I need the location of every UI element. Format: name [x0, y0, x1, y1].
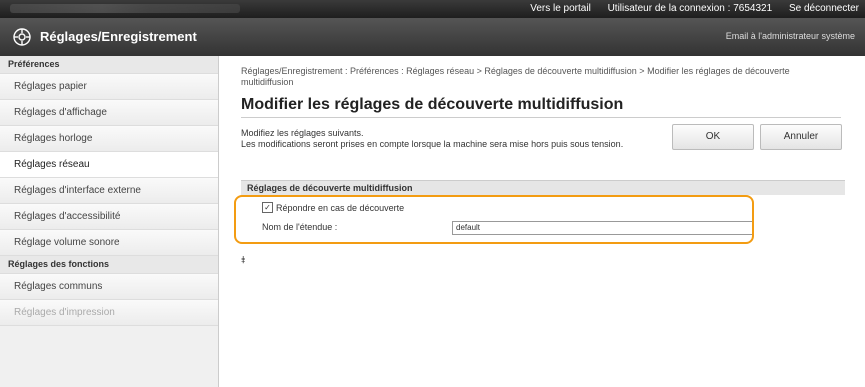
page-header-title: Réglages/Enregistrement — [40, 29, 197, 44]
top-links: Vers le portail Utilisateur de la connex… — [516, 0, 859, 18]
description: Modifiez les réglages suivants. Les modi… — [241, 128, 661, 150]
sidebar-item-display[interactable]: Réglages d'affichage — [0, 100, 218, 126]
sidebar-section-preferences: Préférences — [0, 56, 218, 74]
top-bar: Vers le portail Utilisateur de la connex… — [0, 0, 865, 18]
login-user-text: Utilisateur de la connexion : — [607, 3, 731, 14]
page-title: Modifier les réglages de découverte mult… — [241, 96, 624, 113]
sidebar-section-functions: Réglages des fonctions — [0, 256, 218, 274]
description-line-2: Les modifications seront prises en compt… — [241, 139, 624, 149]
portal-link[interactable]: Vers le portail — [530, 3, 591, 14]
sidebar-item-print[interactable]: Réglages d'impression — [0, 300, 218, 326]
sidebar-item-external-interface[interactable]: Réglages d'interface externe — [0, 178, 218, 204]
sidebar-item-volume[interactable]: Réglage volume sonore — [0, 230, 218, 256]
ok-button[interactable]: OK — [672, 124, 754, 150]
sidebar-item-common[interactable]: Réglages communs — [0, 274, 218, 300]
sidebar: Préférences Réglages papier Réglages d'a… — [0, 56, 219, 387]
title-divider — [241, 117, 841, 118]
sidebar-item-clock[interactable]: Réglages horloge — [0, 126, 218, 152]
description-line-1: Modifiez les réglages suivants. — [241, 128, 364, 138]
back-to-top-icon[interactable]: ⯒ — [241, 253, 245, 270]
sidebar-item-accessibility[interactable]: Réglages d'accessibilité — [0, 204, 218, 230]
email-admin-link[interactable]: Email à l'administrateur système — [726, 31, 855, 41]
login-user-id: 7654321 — [733, 3, 773, 14]
cancel-button[interactable]: Annuler — [760, 124, 842, 150]
login-user-label: Utilisateur de la connexion : 7654321 — [608, 3, 773, 14]
section-header-multicast-discovery: Réglages de découverte multidiffusion — [241, 180, 845, 195]
settings-gear-icon — [13, 28, 31, 46]
title-bar: Réglages/Enregistrement Email à l'admini… — [0, 18, 865, 56]
sidebar-item-paper[interactable]: Réglages papier — [0, 74, 218, 100]
highlight-frame — [234, 195, 754, 244]
logout-link[interactable]: Se déconnecter — [789, 3, 859, 14]
blurred-device-name — [10, 4, 240, 13]
sidebar-item-network[interactable]: Réglages réseau — [0, 152, 218, 178]
breadcrumb: Réglages/Enregistrement : Préférences : … — [241, 66, 790, 87]
